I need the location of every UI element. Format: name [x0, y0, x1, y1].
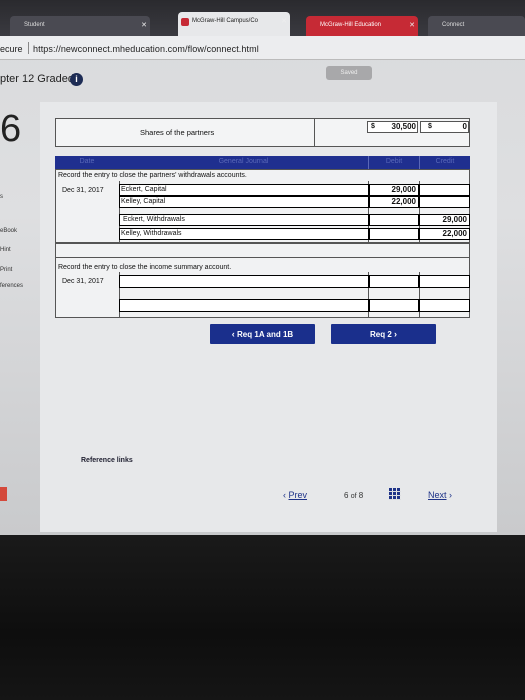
debit-value: 29,000	[391, 185, 416, 194]
next-req-label: Req 2	[369, 330, 392, 339]
next-label: Next	[428, 490, 447, 500]
page-of: of	[350, 493, 357, 500]
close-icon[interactable]: ✕	[409, 21, 415, 29]
entry2-date: Dec 31, 2017	[62, 278, 104, 285]
close-icon[interactable]: ✕	[281, 17, 287, 25]
browser-screen: Student ✕ McGraw-Hill Campus/Co ✕ McGraw…	[0, 0, 525, 535]
account-input[interactable]	[119, 299, 369, 312]
grid-icon[interactable]	[389, 488, 401, 500]
header-credit: Credit	[419, 156, 470, 169]
tab-campus[interactable]: McGraw-Hill Campus/Co ✕	[178, 12, 290, 36]
current-page: 6	[344, 491, 349, 500]
prev-label: Prev	[288, 490, 308, 500]
tab-mheducation[interactable]: McGraw-Hill Education ✕	[306, 16, 418, 36]
tab-student[interactable]: Student ✕	[10, 16, 150, 36]
total-pages: 8	[358, 491, 364, 500]
account-input[interactable]	[119, 275, 369, 288]
info-icon[interactable]: i	[70, 73, 83, 86]
prev-req-label: Req 1A and 1B	[237, 330, 294, 339]
tab-label: McGraw-Hill Education	[320, 22, 382, 28]
tab-label: McGraw-Hill Campus/Co	[192, 18, 259, 24]
secure-label: ecure	[0, 44, 23, 54]
debit-input[interactable]	[369, 228, 419, 240]
question-number: 6	[0, 108, 22, 150]
share-eckert-value: 30,500	[391, 122, 416, 131]
side-tab[interactable]	[0, 487, 7, 501]
credit-input[interactable]	[419, 299, 470, 312]
chevron-right-icon: ›	[446, 490, 453, 500]
tab-strip: Student ✕ McGraw-Hill Campus/Co ✕ McGraw…	[0, 0, 525, 36]
entry2-instruction: Record the entry to close the income sum…	[58, 264, 232, 271]
credit-input[interactable]	[419, 184, 470, 196]
url-text[interactable]: https://newconnect.mheducation.com/flow/…	[33, 44, 259, 54]
next-link[interactable]: Next ›	[428, 490, 452, 500]
share-eckert-prefix: $	[371, 123, 375, 130]
tab-label: Student	[24, 22, 45, 28]
chevron-left-icon: ‹	[231, 329, 235, 339]
tab-label: Connect	[442, 22, 465, 28]
next-req-button[interactable]: Req 2 ›	[331, 324, 436, 344]
credit-input[interactable]	[419, 275, 470, 288]
row-divider	[55, 257, 470, 258]
share-kelley-prefix: $	[428, 123, 432, 130]
credit-value: 29,000	[442, 215, 467, 224]
entry1-date: Dec 31, 2017	[62, 187, 104, 194]
header-date: Date	[55, 156, 119, 169]
account-text: Kelley, Withdrawals	[121, 230, 182, 237]
account-text: Kelley, Capital	[121, 198, 166, 205]
rail-item-references[interactable]: ferences	[0, 283, 23, 289]
prev-req-button[interactable]: ‹ Req 1A and 1B	[210, 324, 315, 344]
debit-input[interactable]	[369, 275, 419, 288]
credit-value: 22,000	[442, 229, 467, 238]
address-bar[interactable]: ecure https://newconnect.mheducation.com…	[0, 36, 525, 60]
monitor-bezel	[0, 535, 525, 700]
share-kelley-value: 0	[462, 122, 467, 131]
rail-item[interactable]: s	[0, 194, 3, 200]
rail-item-ebook[interactable]: eBook	[0, 228, 17, 234]
debit-input[interactable]	[369, 299, 419, 312]
debit-input[interactable]	[369, 214, 419, 226]
prev-link[interactable]: ‹ Prev	[283, 490, 307, 500]
debit-value: 22,000	[391, 197, 416, 206]
account-text: Eckert, Capital	[121, 186, 167, 193]
shares-label: Shares of the partners	[140, 128, 215, 137]
page-title: pter 12 Graded	[0, 73, 74, 85]
tab-connect[interactable]: Connect	[428, 16, 525, 36]
entry1-instruction: Record the entry to close the partners' …	[58, 172, 247, 179]
saved-badge: Saved	[326, 66, 372, 80]
close-icon[interactable]: ✕	[141, 21, 147, 29]
chevron-right-icon: ›	[394, 329, 398, 339]
divider	[28, 42, 29, 54]
account-text: Eckert, Withdrawals	[123, 216, 185, 223]
favicon-icon	[181, 18, 189, 26]
header-debit: Debit	[368, 156, 419, 169]
page-indicator: 6 of 8	[344, 491, 363, 500]
rail-item-hint[interactable]: Hint	[0, 247, 11, 253]
header-general-journal: General Journal	[119, 156, 368, 169]
reference-links[interactable]: Reference links	[81, 457, 133, 464]
credit-input[interactable]	[419, 196, 470, 208]
rail-item-print[interactable]: Print	[0, 267, 12, 273]
